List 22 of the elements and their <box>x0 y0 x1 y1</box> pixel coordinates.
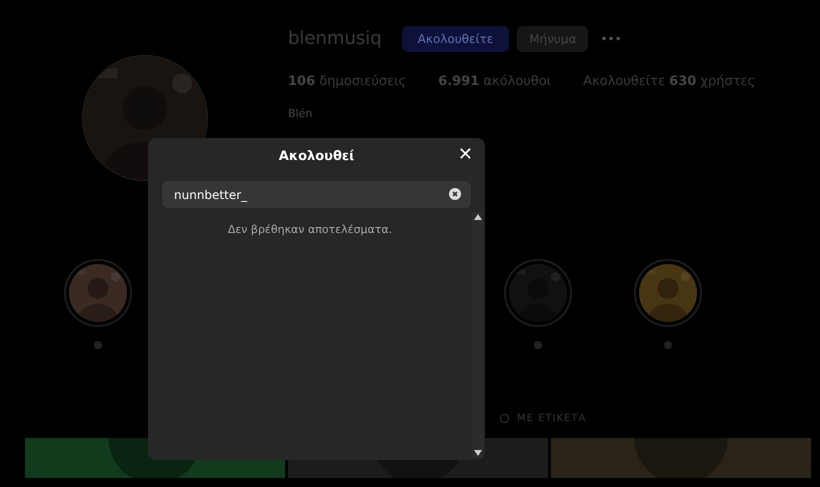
more-button[interactable]: ••• <box>596 30 626 48</box>
scroll-down-icon[interactable] <box>474 450 482 456</box>
highlight-icon <box>664 341 672 349</box>
highlight-ring[interactable] <box>64 259 132 327</box>
search-field[interactable]: nunnbetter_ <box>162 181 471 208</box>
tag-icon <box>500 414 509 423</box>
stat-text[interactable]: 106 δημοσιεύσεις <box>288 72 406 92</box>
highlight-ring[interactable] <box>634 259 702 327</box>
highlight-icon <box>94 341 102 349</box>
no-results-message: Δεν βρέθηκαν αποτελέσματα. <box>228 222 392 238</box>
highlight-icon <box>534 341 542 349</box>
close-button[interactable]: ✕ <box>458 146 473 164</box>
clear-icon[interactable] <box>449 188 461 200</box>
username: blenmusiq <box>288 27 382 51</box>
scroll-up-icon[interactable] <box>474 214 482 220</box>
stat-text[interactable]: Ακολουθείτε 630 χρήστες <box>583 72 756 92</box>
highlight-ring[interactable] <box>504 259 572 327</box>
bio-name: Blén <box>288 106 314 122</box>
following-button[interactable]: Ακολουθείτε <box>402 26 510 52</box>
stat-text[interactable]: 6.991 ακόλουθοι <box>438 72 552 92</box>
scrollbar[interactable] <box>472 212 483 458</box>
dialog-title: Ακολουθεί <box>278 148 354 166</box>
